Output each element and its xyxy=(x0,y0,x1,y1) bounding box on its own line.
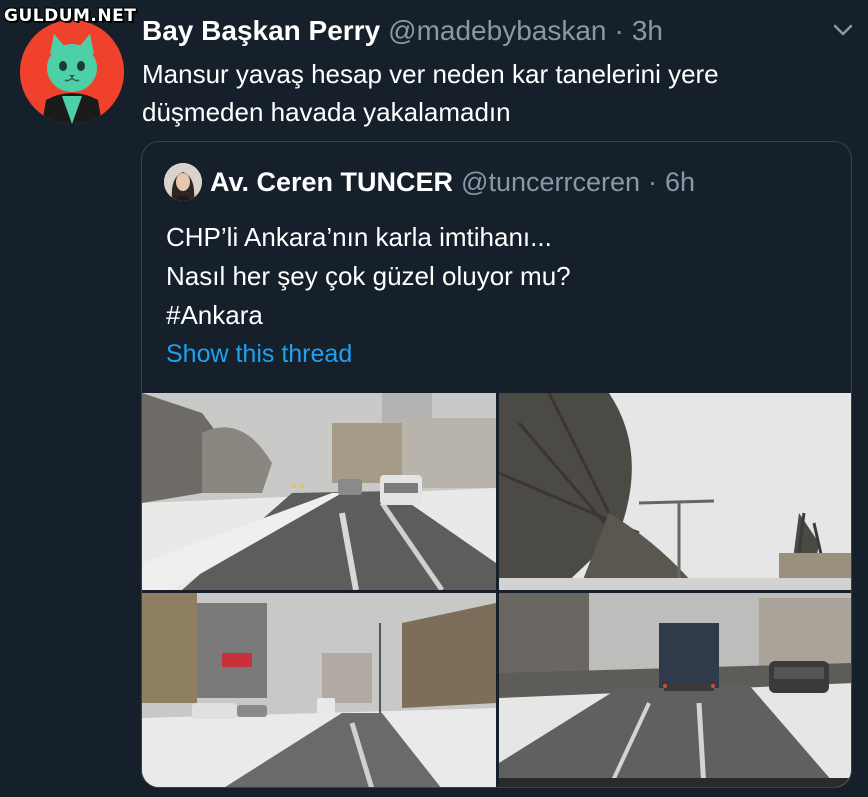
photo-grid xyxy=(142,393,851,787)
quoted-author-handle[interactable]: @tuncerrceren xyxy=(461,167,640,198)
photo-snowy-road-traffic[interactable] xyxy=(142,393,496,590)
show-thread-link[interactable]: Show this thread xyxy=(166,340,352,369)
quoted-header: Av. Ceren TUNCER @tuncerrceren · 6h xyxy=(164,162,695,202)
photo-snowy-trees-streetlight[interactable] xyxy=(499,393,851,590)
author-avatar[interactable] xyxy=(20,20,124,124)
green-cat-avatar-icon xyxy=(20,20,124,124)
woman-portrait-icon xyxy=(164,163,202,201)
separator: · xyxy=(648,166,658,197)
author-handle[interactable]: @madebybaskan xyxy=(388,15,606,47)
author-name[interactable]: Bay Başkan Perry xyxy=(142,15,380,47)
quoted-time[interactable]: 6h xyxy=(665,167,695,198)
photo-snowy-street-buildings[interactable] xyxy=(142,593,496,787)
quoted-author-avatar[interactable] xyxy=(164,163,202,201)
quoted-line: Nasıl her şey çok güzel oluyor mu? xyxy=(166,261,571,291)
watermark: GULDUM.NET xyxy=(4,6,137,26)
separator: · xyxy=(614,15,624,46)
quoted-text: CHP’li Ankara’nın karla imtihanı... Nası… xyxy=(166,218,826,335)
quoted-tweet[interactable]: Av. Ceren TUNCER @tuncerrceren · 6h CHP’… xyxy=(141,141,852,788)
photo-snowy-road-truck[interactable] xyxy=(499,593,851,787)
tweet-time[interactable]: 3h xyxy=(632,15,663,47)
tweet-text: Mansur yavaş hesap ver neden kar taneler… xyxy=(142,59,719,127)
chevron-down-icon[interactable] xyxy=(832,22,854,38)
quoted-line: CHP’li Ankara’nın karla imtihanı... xyxy=(166,222,552,252)
tweet-header: Bay Başkan Perry @madebybaskan · 3h xyxy=(142,12,848,50)
hashtag-link[interactable]: #Ankara xyxy=(166,296,826,335)
quoted-author-name[interactable]: Av. Ceren TUNCER xyxy=(210,167,453,198)
